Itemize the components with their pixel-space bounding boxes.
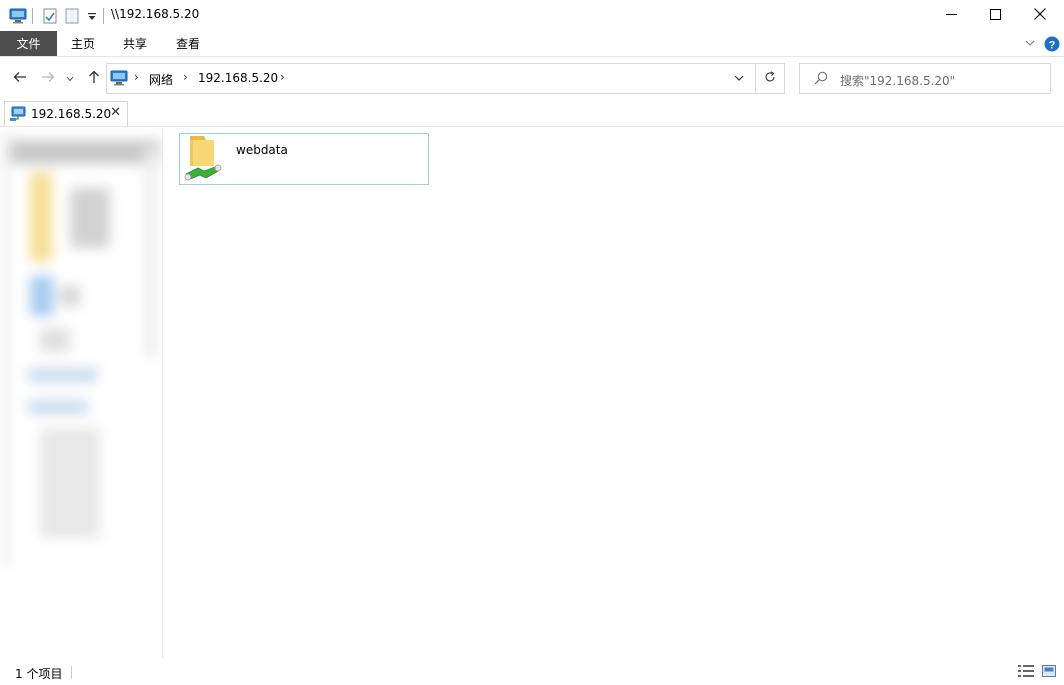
details-view-button[interactable] [1017, 664, 1035, 680]
close-button[interactable] [1017, 0, 1063, 31]
computer-icon[interactable] [9, 8, 27, 24]
svg-text:?: ? [1049, 39, 1056, 51]
breadcrumb-separator[interactable]: › [280, 70, 285, 84]
breadcrumb-separator[interactable]: › [183, 70, 188, 84]
nav-item [40, 328, 70, 352]
chevron-down-icon [66, 71, 74, 85]
ribbon-expand-button[interactable] [1024, 37, 1038, 51]
nav-scrollbar [145, 148, 157, 358]
breadcrumb-network[interactable]: 网络 [149, 71, 173, 88]
forward-button[interactable] [38, 68, 58, 88]
maximize-button[interactable] [972, 0, 1018, 31]
ribbon-tab-bar: 文件 主页 共享 查看 ? [0, 31, 1064, 57]
breadcrumb-host[interactable]: 192.168.5.20 [198, 71, 278, 85]
navigation-pane-content [0, 128, 162, 588]
chevron-down-icon [1024, 38, 1036, 52]
refresh-icon [764, 71, 776, 86]
drive-icon [30, 276, 54, 316]
customize-dropdown-icon[interactable] [87, 8, 97, 24]
back-button[interactable] [10, 68, 30, 88]
tab-view[interactable]: 查看 [164, 31, 212, 56]
address-dropdown-button[interactable] [733, 72, 749, 86]
nav-item [70, 188, 110, 248]
search-placeholder: 搜索"192.168.5.20" [840, 74, 956, 88]
status-bar: 1 个项目 [0, 658, 1064, 685]
refresh-button[interactable] [756, 63, 785, 94]
status-separator [71, 666, 72, 679]
address-bar[interactable]: › 网络 › 192.168.5.20 › [106, 63, 756, 94]
tab-file[interactable]: 文件 [0, 31, 57, 56]
network-computer-icon [110, 70, 128, 86]
window-title: \\192.168.5.20 [111, 7, 200, 21]
nav-item [40, 428, 100, 538]
title-bar: \\192.168.5.20 [0, 0, 1064, 31]
help-button[interactable]: ? [1044, 36, 1060, 52]
shared-folder-icon [184, 134, 228, 184]
file-list[interactable]: webdata [164, 128, 1064, 658]
tab-label: 主页 [71, 37, 96, 51]
minimize-icon [945, 9, 957, 23]
tab-label: 共享 [123, 37, 148, 51]
folder-tab-strip: 192.168.5.20 ✕ [0, 99, 1064, 127]
recent-locations-button[interactable] [63, 68, 77, 88]
folder-tab-label: 192.168.5.20 [31, 107, 112, 121]
tab-home[interactable]: 主页 [59, 31, 107, 56]
folder-tab[interactable]: 192.168.5.20 ✕ [4, 101, 128, 126]
details-view-icon [1018, 664, 1034, 680]
up-button[interactable] [84, 68, 104, 88]
search-box[interactable]: 搜索"192.168.5.20" [799, 63, 1051, 94]
minimize-button[interactable] [928, 0, 974, 31]
folder-icon [30, 172, 52, 262]
toolbar-separator [32, 8, 33, 24]
nav-item [6, 140, 160, 164]
close-icon [1034, 8, 1046, 23]
large-icons-view-icon [1042, 664, 1056, 680]
quick-access-toolbar [9, 6, 104, 26]
nav-item [2, 128, 10, 568]
search-icon [814, 71, 828, 85]
list-item[interactable]: webdata [179, 133, 429, 185]
up-arrow-icon [88, 70, 100, 87]
item-name: webdata [236, 143, 288, 157]
forward-arrow-icon [41, 71, 55, 86]
chevron-down-icon [733, 73, 745, 87]
breadcrumb-separator: › [134, 70, 139, 84]
item-count: 1 个项目 [15, 667, 63, 681]
properties-icon[interactable] [43, 8, 59, 24]
tab-label: 查看 [176, 37, 201, 51]
large-icons-view-button[interactable] [1040, 664, 1058, 680]
navigation-pane[interactable] [0, 128, 163, 658]
help-icon: ? [1044, 36, 1060, 55]
maximize-icon [989, 8, 1001, 23]
close-icon[interactable]: ✕ [110, 105, 121, 120]
tab-label: 文件 [16, 37, 41, 51]
toolbar-separator [103, 8, 104, 24]
nav-item [28, 368, 98, 382]
network-host-icon [9, 106, 27, 122]
nav-item [60, 286, 80, 306]
back-arrow-icon [13, 71, 27, 86]
nav-item [28, 400, 88, 414]
tab-share[interactable]: 共享 [111, 31, 159, 56]
new-folder-icon[interactable] [65, 8, 81, 24]
